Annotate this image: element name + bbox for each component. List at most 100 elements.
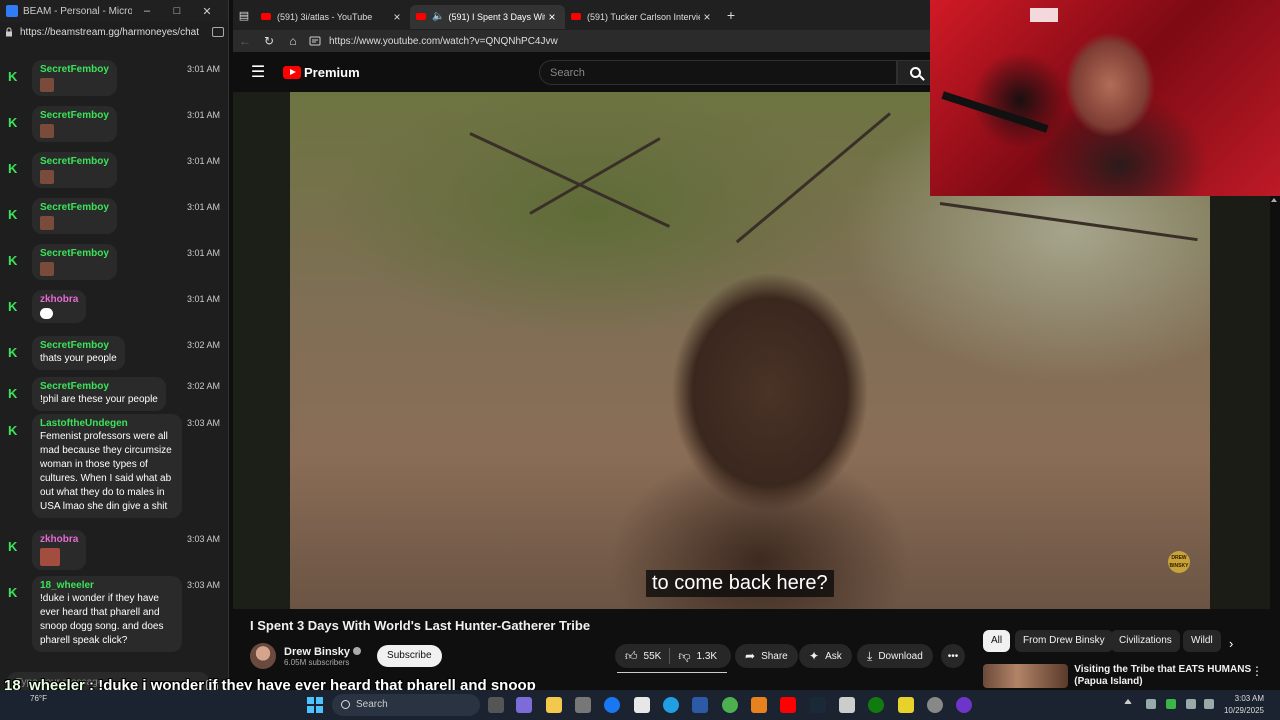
- emote-icon: [40, 548, 60, 566]
- tab-close-icon[interactable]: ×: [390, 10, 404, 24]
- tab-youtube-current[interactable]: 🔈 (591) I Spent 3 Days With W ×: [410, 4, 565, 29]
- back-icon[interactable]: ←: [233, 34, 257, 48]
- chat-username[interactable]: SecretFemboy: [40, 381, 158, 392]
- minimize-icon[interactable]: –: [132, 5, 162, 17]
- video-title: I Spent 3 Days With World's Last Hunter-…: [250, 618, 591, 633]
- dislike-icon[interactable]: 👎︎: [678, 649, 690, 664]
- chat-username[interactable]: zkhobra: [40, 294, 78, 305]
- site-info-icon[interactable]: [309, 36, 321, 46]
- page-scrollbar[interactable]: [1270, 196, 1278, 686]
- chip-all[interactable]: All: [983, 630, 1011, 652]
- youtube-favicon-icon: [261, 13, 271, 20]
- close-icon[interactable]: ✕: [192, 5, 222, 18]
- xbox-icon[interactable]: [868, 697, 884, 713]
- taskbar-search[interactable]: Search: [332, 694, 480, 716]
- file-explorer-icon[interactable]: [546, 697, 562, 713]
- tab-close-icon[interactable]: ×: [545, 10, 559, 24]
- volume-icon[interactable]: [1204, 699, 1214, 709]
- calculator-icon[interactable]: [692, 697, 708, 713]
- youtube-logo-text: Premium: [304, 64, 360, 80]
- share-button[interactable]: ➦ Share: [735, 644, 798, 668]
- search-input[interactable]: Search: [539, 60, 897, 85]
- like-count[interactable]: 55K: [644, 651, 662, 662]
- facebook-icon[interactable]: [604, 697, 620, 713]
- tab-youtube-atlas[interactable]: (591) 3i/atlas - YouTube ×: [255, 5, 410, 29]
- search-button[interactable]: [897, 60, 933, 85]
- clock[interactable]: 3:03 AM 10/29/2025: [1224, 693, 1264, 717]
- chat-username[interactable]: SecretFemboy: [40, 110, 109, 121]
- chat-username[interactable]: SecretFemboy: [40, 64, 109, 75]
- chat-message: K SecretFemboy 3:01 AM: [8, 60, 220, 96]
- youtube-logo[interactable]: Premium: [283, 65, 360, 80]
- chat-username[interactable]: SecretFemboy: [40, 340, 117, 351]
- ask-label: Ask: [825, 650, 842, 662]
- channel-name[interactable]: Drew Binsky: [284, 646, 362, 658]
- chat-username[interactable]: SecretFemboy: [40, 202, 109, 213]
- recommended-thumbnail[interactable]: [983, 664, 1069, 688]
- download-button[interactable]: ⤓ Download: [857, 644, 933, 668]
- tab-actions-icon[interactable]: ▤: [233, 9, 255, 22]
- steam-icon[interactable]: [810, 697, 826, 713]
- tab-title: (591) I Spent 3 Days With W: [448, 11, 545, 22]
- network-icon[interactable]: [1146, 699, 1156, 709]
- subscribe-button[interactable]: Subscribe: [377, 645, 442, 667]
- chat-timestamp: 3:01 AM: [186, 110, 220, 120]
- chat-username[interactable]: zkhobra: [40, 534, 78, 545]
- youtube-favicon-icon: [416, 13, 426, 20]
- chat-username[interactable]: SecretFemboy: [40, 156, 109, 167]
- chevron-right-icon[interactable]: ›: [1229, 636, 1233, 651]
- chat-username[interactable]: 18_wheeler: [40, 580, 174, 591]
- more-vert-icon[interactable]: ⋮: [1251, 664, 1263, 678]
- tray-expand-icon[interactable]: [1124, 699, 1132, 704]
- chip-wildlife[interactable]: Wildl: [1183, 630, 1221, 652]
- address-bar[interactable]: https://www.youtube.com/watch?v=QNQNhPC4…: [329, 36, 558, 47]
- app-icon[interactable]: [956, 697, 972, 713]
- app-icon[interactable]: [839, 697, 855, 713]
- search-icon: [341, 700, 350, 709]
- dislike-count[interactable]: 1.3K: [697, 651, 718, 662]
- chat-username[interactable]: LastoftheUndegen: [40, 418, 174, 429]
- recommended-title[interactable]: Visiting the Tribe that EATS HUMANS (Pap…: [1074, 664, 1263, 688]
- amazon-icon[interactable]: [634, 697, 650, 713]
- tab-youtube-tucker[interactable]: (591) Tucker Carlson Interviews M ×: [565, 5, 720, 29]
- app-tab-icon[interactable]: [212, 27, 224, 37]
- chat-username[interactable]: SecretFemboy: [40, 248, 109, 259]
- store-icon[interactable]: [575, 697, 591, 713]
- channel-avatar[interactable]: [250, 643, 276, 669]
- tab-close-icon[interactable]: ×: [700, 10, 714, 24]
- menu-icon[interactable]: ☰: [233, 62, 283, 82]
- youtube-icon[interactable]: [780, 697, 796, 713]
- ask-button[interactable]: ✦ Ask: [799, 644, 852, 668]
- more-actions-button[interactable]: •••: [941, 644, 965, 668]
- task-view-icon[interactable]: [488, 697, 504, 713]
- recommended-video[interactable]: Visiting the Tribe that EATS HUMANS (Pap…: [983, 664, 1263, 688]
- app-tray-icon[interactable]: [1166, 699, 1176, 709]
- windows-start-icon[interactable]: [307, 697, 323, 713]
- edge-icon[interactable]: [663, 697, 679, 713]
- weather-widget[interactable]: 76°F: [30, 694, 47, 703]
- maximize-icon[interactable]: □: [162, 5, 192, 17]
- chat-message-list[interactable]: K SecretFemboy 3:01 AM K SecretFemboy 3:01 AM…: [0, 54, 228, 664]
- refresh-icon[interactable]: ↻: [257, 34, 281, 48]
- emote-icon: [40, 124, 54, 138]
- channel-row: Drew Binsky 6.05M subscribers Subscribe: [250, 642, 442, 670]
- speaker-icon[interactable]: 🔈: [432, 11, 444, 22]
- vlc-icon[interactable]: [751, 697, 767, 713]
- wifi-icon[interactable]: [1186, 699, 1196, 709]
- chip-civilizations[interactable]: Civilizations: [1111, 630, 1180, 652]
- user-badge-icon: K: [8, 386, 18, 401]
- youtube-play-icon: [283, 65, 301, 79]
- chrome-icon[interactable]: [722, 697, 738, 713]
- chip-from-channel[interactable]: From Drew Binsky: [1015, 630, 1113, 652]
- like-icon[interactable]: 👍︎: [625, 649, 638, 664]
- new-tab-button[interactable]: +: [720, 7, 742, 23]
- home-icon[interactable]: ⌂: [281, 34, 305, 48]
- chat-text: thats your people: [40, 353, 117, 364]
- copilot-icon[interactable]: [516, 697, 532, 713]
- scroll-up-icon[interactable]: [1271, 198, 1277, 202]
- chat-address-bar[interactable]: https://beamstream.gg/harmoneyes/chat: [4, 22, 224, 42]
- obs-icon[interactable]: [927, 697, 943, 713]
- sticky-notes-icon[interactable]: [898, 697, 914, 713]
- channel-watermark[interactable]: DREW BINSKY: [1168, 551, 1190, 573]
- taskbar: 76°F Search 3:03 AM 10/29/2025: [0, 690, 1280, 720]
